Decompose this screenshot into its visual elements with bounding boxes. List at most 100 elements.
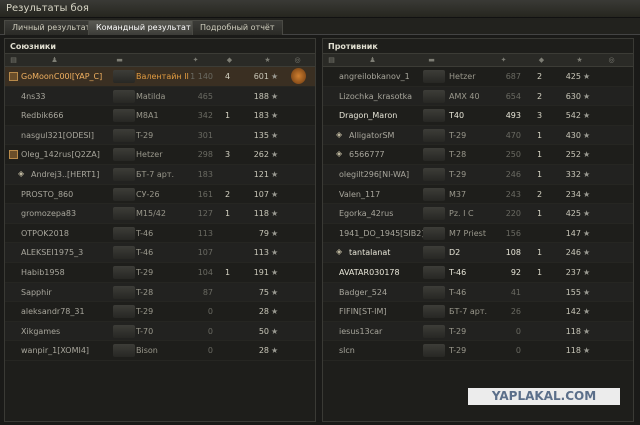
player-row[interactable]: iesus13car T-29 0 118 ★ — [323, 321, 633, 342]
medal-icon[interactable] — [291, 68, 306, 84]
enemies-panel: Противник ▤ ♟ ▬ ✦ ◆ ★ ◎ angreilobkanov_1… — [322, 38, 634, 422]
player-name: Valen_117 — [339, 189, 381, 199]
tab-team-result[interactable]: Командный результат — [88, 20, 199, 35]
damage-column-icon[interactable]: ✦ — [499, 57, 508, 64]
star-icon: ★ — [583, 326, 591, 336]
xp-value: 107 — [253, 189, 269, 199]
tank-image — [423, 265, 445, 279]
damage-value: 107 — [197, 248, 213, 258]
player-name: Redbik666 — [21, 111, 64, 121]
kills-value: 1 — [537, 248, 543, 258]
player-row[interactable]: nasgul321[ODESI] T-29 301 135 ★ — [5, 125, 315, 146]
player-row[interactable]: ◈ AlligatorSM T-29 470 1 430 ★ — [323, 125, 633, 146]
player-name: iesus13car — [339, 326, 383, 336]
tank-column-icon[interactable]: ▬ — [427, 57, 436, 64]
xp-value: 75 — [258, 287, 269, 297]
star-icon: ★ — [583, 130, 591, 140]
tab-personal-result[interactable]: Личный результат — [4, 20, 99, 35]
kills-value: 2 — [537, 91, 543, 101]
star-icon: ★ — [583, 169, 591, 179]
kills-value: 2 — [537, 189, 543, 199]
player-name: Lizochka_krasotka — [339, 91, 413, 101]
player-row[interactable]: ◈ Andrej3..[HERT1] БТ-7 арт. 183 121 ★ — [5, 164, 315, 185]
star-icon: ★ — [583, 267, 591, 277]
kills-value: 2 — [225, 189, 231, 199]
player-row[interactable]: Dragon_Maron T40 493 3 542 ★ — [323, 106, 633, 126]
player-row[interactable]: AVATAR030178 T-46 92 1 237 ★ — [323, 263, 633, 283]
medal-column-icon[interactable]: ◎ — [607, 57, 616, 64]
player-row[interactable]: Badger_524 T-46 41 155 ★ — [323, 282, 633, 303]
player-row[interactable]: Xikgames T-70 0 50 ★ — [5, 321, 315, 342]
platoon-column-icon[interactable]: ▤ — [327, 57, 336, 64]
player-row[interactable]: FIFIN[ST-IM] БТ-7 арт. 26 142 ★ — [323, 302, 633, 322]
xp-column-icon[interactable]: ★ — [575, 57, 584, 64]
damage-value: 161 — [197, 189, 213, 199]
tank-image — [113, 344, 135, 358]
xp-value: 135 — [253, 130, 269, 140]
player-name: AVATAR030178 — [339, 267, 400, 277]
player-row[interactable]: ◈ 6566777 T-28 250 1 252 ★ — [323, 145, 633, 165]
player-row[interactable]: Oleg_142rus[Q2ZA] Hetzer 298 3 262 ★ — [5, 145, 315, 165]
player-row[interactable]: wanpir_1[XOMI4] Bison 0 28 ★ — [5, 341, 315, 361]
tank-name: БТ-7 арт. — [449, 307, 488, 317]
star-icon: ★ — [271, 91, 279, 101]
damage-value: 246 — [505, 169, 521, 179]
star-icon: ★ — [583, 91, 591, 101]
tank-image — [113, 187, 135, 201]
allies-header: ▤ ♟ ▬ ✦ ◆ ★ ◎ — [5, 53, 315, 67]
xp-value: 237 — [565, 267, 581, 277]
player-row[interactable]: Lizochka_krasotka AMX 40 654 2 630 ★ — [323, 86, 633, 107]
star-icon: ★ — [271, 267, 279, 277]
kills-value: 1 — [225, 111, 231, 121]
player-row[interactable]: PROSTO_860 СУ-26 161 2 107 ★ — [5, 185, 315, 205]
player-row[interactable]: olegilt296[NI-WA] T-29 246 1 332 ★ — [323, 164, 633, 185]
player-row[interactable]: slcn T-29 0 118 ★ — [323, 341, 633, 361]
player-row[interactable]: angreilobkanov_1 Hetzer 687 2 425 ★ — [323, 67, 633, 87]
player-name: angreilobkanov_1 — [339, 72, 410, 81]
player-row[interactable]: ◈ tantalanat D2 108 1 246 ★ — [323, 243, 633, 263]
player-column-icon[interactable]: ♟ — [368, 57, 377, 64]
player-row[interactable]: Habib1958 T-29 104 1 191 ★ — [5, 263, 315, 283]
damage-value: 127 — [197, 209, 213, 219]
tank-column-icon[interactable]: ▬ — [115, 57, 124, 64]
star-icon: ★ — [271, 169, 279, 179]
xp-column-icon[interactable]: ★ — [263, 57, 272, 64]
player-row[interactable]: aleksandr78_31 T-29 0 28 ★ — [5, 302, 315, 322]
player-row[interactable]: GoMoonC00l[YAP_C] Валентайн II 1 140 4 601 ★ — [5, 67, 315, 87]
player-row[interactable]: Egorka_42rus Pz. I C 220 1 425 ★ — [323, 204, 633, 224]
player-row[interactable]: OTPOK2018 T-46 113 79 ★ — [5, 224, 315, 244]
kills-value: 1 — [537, 169, 543, 179]
tank-image — [423, 207, 445, 221]
kills-column-icon[interactable]: ◆ — [537, 57, 546, 64]
xp-value: 147 — [565, 228, 581, 238]
damage-value: 26 — [510, 307, 521, 317]
tab-detailed-report[interactable]: Подробный отчёт — [192, 20, 283, 35]
tank-image — [423, 70, 445, 83]
player-row[interactable]: Valen_117 M37 243 2 234 ★ — [323, 185, 633, 205]
platoon-column-icon[interactable]: ▤ — [9, 57, 18, 64]
kills-column-icon[interactable]: ◆ — [225, 57, 234, 64]
damage-column-icon[interactable]: ✦ — [191, 57, 200, 64]
enemies-header: ▤ ♟ ▬ ✦ ◆ ★ ◎ — [323, 53, 633, 67]
player-row[interactable]: gromozepa83 M15/42 127 1 118 ★ — [5, 204, 315, 224]
tank-name: T-29 — [449, 169, 467, 179]
player-row[interactable]: 4ns33 Matilda 465 188 ★ — [5, 86, 315, 107]
star-icon: ★ — [271, 228, 279, 238]
tank-name: T-29 — [449, 346, 467, 356]
tank-name: T-29 — [136, 307, 154, 317]
player-name: Habib1958 — [21, 267, 65, 277]
player-row[interactable]: 1941_DO_1945[SIB2] M7 Priest 156 147 ★ — [323, 224, 633, 244]
damage-value: 654 — [505, 91, 521, 101]
player-row[interactable]: Redbik666 M8A1 342 1 183 ★ — [5, 106, 315, 126]
player-column-icon[interactable]: ♟ — [50, 57, 59, 64]
player-row[interactable]: Sapphir T-28 87 75 ★ — [5, 282, 315, 303]
tank-name: T-70 — [136, 326, 154, 336]
tank-image — [423, 148, 445, 162]
tank-image — [113, 70, 135, 83]
xp-value: 425 — [565, 72, 581, 81]
tank-name: T-46 — [449, 267, 467, 277]
player-name: 4ns33 — [21, 91, 46, 101]
player-row[interactable]: ALEKSEI1975_3 T-46 107 113 ★ — [5, 243, 315, 263]
medal-column-icon[interactable]: ◎ — [293, 57, 302, 64]
star-icon: ★ — [583, 189, 591, 199]
